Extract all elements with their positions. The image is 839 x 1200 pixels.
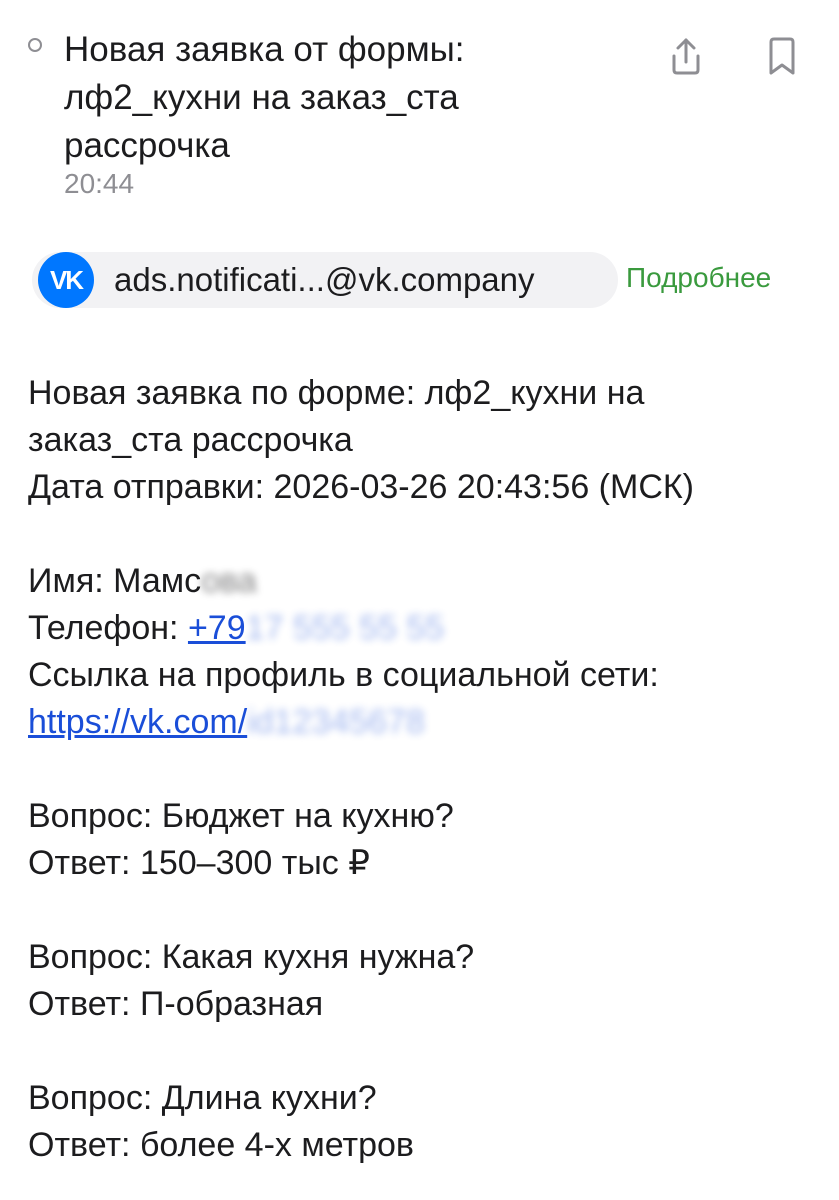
more-details-link[interactable]: Подробнее [626,262,771,294]
message-time: 20:44 [64,168,135,199]
form-line: заказ_ста рассрочка [28,421,353,459]
question-line: Вопрос: Какая кухня нужна? [28,938,475,976]
name-redacted: ова [201,562,257,600]
name-label: Имя: [28,562,114,600]
bookmark-icon [769,37,795,75]
sender-chip[interactable]: VK ads.notificati...@vk.company [32,252,618,308]
bookmark-button[interactable] [760,32,804,80]
profile-row: https://vk.com/id12345678 [28,699,818,746]
subject-line: лф2_кухни на заказ_ста [64,78,459,117]
profile-link[interactable]: https://vk.com/ [28,703,247,741]
message-subject: Новая заявка от формы: лф2_кухни на зака… [64,26,624,170]
name-row: Имя: Мамсова [28,558,818,605]
sender-email: ads.notificati...@vk.company [114,261,535,298]
phone-label: Телефон: [28,609,188,647]
share-button[interactable] [664,32,708,80]
phone-row: Телефон: +7917 555 55 55 [28,605,818,652]
answer-line: Ответ: П-образная [28,985,324,1023]
phone-link[interactable]: +79 [188,609,246,647]
name-value: Мамс [113,562,202,600]
subject-line: Новая заявка от формы: [64,30,465,69]
message-body: Новая заявка по форме: лф2_кухни на зака… [28,370,818,1169]
share-icon [672,38,700,75]
question-line: Вопрос: Длина кухни? [28,1079,377,1117]
phone-redacted: 17 555 55 55 [245,609,445,647]
vk-logo-text: VK [49,264,84,295]
form-line: Новая заявка по форме: лф2_кухни на [28,374,645,412]
unread-indicator[interactable] [28,38,42,52]
profile-redacted: id12345678 [247,703,425,741]
answer-line: Ответ: более 4-х метров [28,1126,414,1164]
subject-line: рассрочка [64,126,230,165]
question-line: Вопрос: Бюджет на кухню? [28,797,454,835]
date-line: Дата отправки: 2026-03-26 20:43:56 (МСК) [28,468,695,506]
profile-label: Ссылка на профиль в социальной сети: [28,656,659,694]
answer-line: Ответ: 150–300 тыс ₽ [28,844,370,882]
vk-logo-icon: VK [38,252,94,308]
